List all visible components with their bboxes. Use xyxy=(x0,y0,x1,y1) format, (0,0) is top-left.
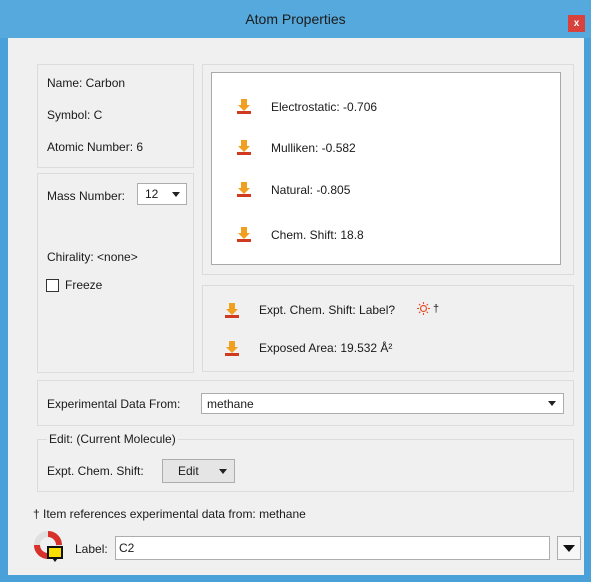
dagger-mark: † xyxy=(433,303,440,315)
window-title: Atom Properties xyxy=(245,11,346,27)
edit-group-title: Edit: (Current Molecule) xyxy=(47,432,178,446)
label-input-box[interactable] xyxy=(115,536,550,560)
expt-shift-arrow-icon[interactable] xyxy=(224,302,240,318)
close-button[interactable]: x xyxy=(568,15,585,32)
natural-charge: Natural: -0.805 xyxy=(271,183,351,197)
chevron-down-icon xyxy=(172,192,180,197)
exposed-area: Exposed Area: 19.532 Å² xyxy=(259,341,393,355)
footnote: † Item references experimental data from… xyxy=(33,507,306,521)
experimental-data-value: methane xyxy=(207,397,254,411)
chirality-text: Chirality: <none> xyxy=(47,250,138,264)
freeze-checkbox[interactable] xyxy=(46,279,59,292)
chevron-down-icon xyxy=(563,545,575,552)
lifebuoy-label-icon[interactable] xyxy=(34,531,66,566)
sun-icon xyxy=(417,302,430,318)
charge-arrow-icon[interactable] xyxy=(236,181,252,197)
atom-symbol: Symbol: C xyxy=(47,108,103,122)
mulliken-charge: Mulliken: -0.582 xyxy=(271,141,356,155)
electrostatic-charge: Electrostatic: -0.706 xyxy=(271,100,378,114)
expt-panel xyxy=(202,285,574,372)
mass-number-label: Mass Number: xyxy=(47,189,126,203)
chevron-down-icon xyxy=(548,401,556,406)
freeze-label: Freeze xyxy=(65,278,103,292)
atomic-number: Atomic Number: 6 xyxy=(47,140,144,154)
atom-name: Name: Carbon xyxy=(47,76,126,90)
title-bar[interactable]: Atom Properties x xyxy=(0,0,591,38)
chem-shift: Chem. Shift: 18.8 xyxy=(271,228,364,242)
experimental-data-select[interactable]: methane xyxy=(201,393,564,414)
label-menu-button[interactable] xyxy=(557,536,581,560)
mass-number-value: 12 xyxy=(145,187,159,201)
charge-arrow-icon[interactable] xyxy=(236,98,252,114)
expt-chem-shift: Expt. Chem. Shift: Label? xyxy=(259,303,396,317)
experimental-data-label: Experimental Data From: xyxy=(47,397,181,411)
charges-list xyxy=(211,72,561,265)
charge-arrow-icon[interactable] xyxy=(236,226,252,242)
exposed-area-arrow-icon[interactable] xyxy=(224,340,240,356)
mass-number-select[interactable]: 12 xyxy=(137,183,187,205)
edit-button-label: Edit xyxy=(178,464,199,478)
chevron-down-icon xyxy=(219,469,227,474)
edit-field-label: Expt. Chem. Shift: xyxy=(47,464,144,478)
label-field-label: Label: xyxy=(75,542,108,556)
label-input[interactable] xyxy=(116,537,549,559)
edit-button[interactable]: Edit xyxy=(162,459,235,483)
charge-arrow-icon[interactable] xyxy=(236,139,252,155)
